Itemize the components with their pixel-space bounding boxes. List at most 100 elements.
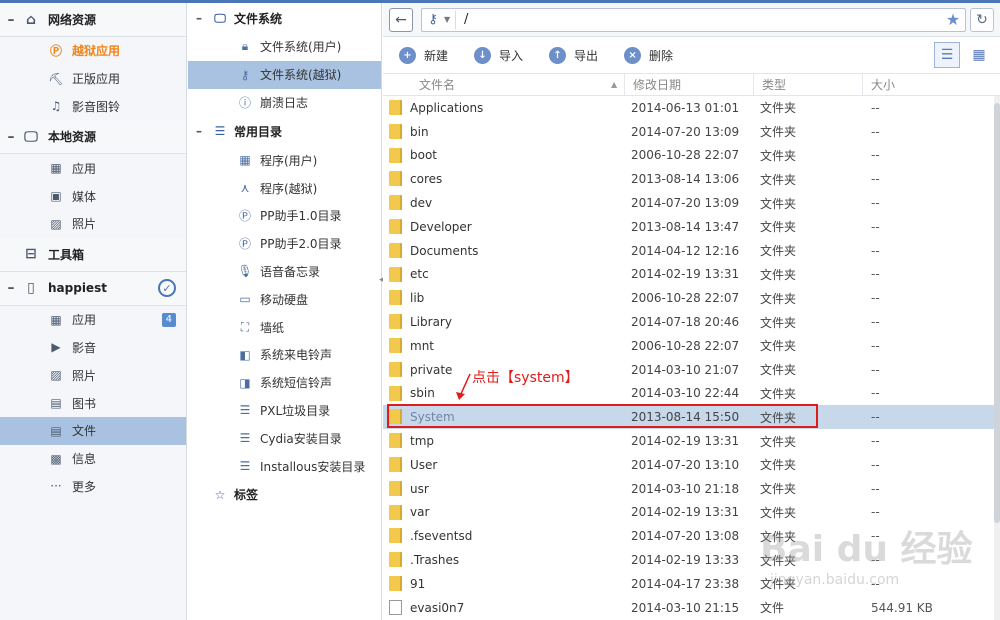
list-icon: ☰ <box>239 403 251 418</box>
sidebar-item-device-apps[interactable]: ▦ 应用 4 <box>0 306 186 334</box>
tree-item-cydia-dir[interactable]: ☰ Cydia安装目录 <box>188 424 381 452</box>
file-name: mnt <box>410 338 434 353</box>
table-row[interactable]: dev 2014-07-20 13:09 文件夹 -- <box>383 191 994 215</box>
dropdown-icon[interactable]: ▼ <box>444 10 456 29</box>
file-date: 2014-07-20 13:09 <box>631 196 740 211</box>
sidebar-item-label: 信息 <box>72 452 97 467</box>
delete-button[interactable]: × 删除 <box>624 46 673 64</box>
table-row[interactable]: evasi0n7 2014-03-10 21:15 文件 544.91 KB <box>383 596 994 620</box>
tree-item-apps-jailbreak[interactable]: ⋏ 程序(越狱) <box>188 174 381 202</box>
tree-item-sms-tones[interactable]: ◨ 系统短信铃声 <box>188 369 381 397</box>
section-toolbox[interactable]: ⊟ 工具箱 <box>0 237 186 272</box>
column-size[interactable]: 大小 <box>863 74 1000 96</box>
sidebar-item-device-books[interactable]: ▤ 图书 <box>0 389 186 417</box>
sidebar-item-local-apps[interactable]: ▦ 应用 <box>0 154 186 182</box>
sidebar-item-label: 越狱应用 <box>72 44 121 59</box>
table-row[interactable]: boot 2006-10-28 22:07 文件夹 -- <box>383 144 994 168</box>
file-type: 文件夹 <box>760 172 797 187</box>
sidebar-item-device-messages[interactable]: ▩ 信息 <box>0 445 186 473</box>
tree-item-pp2[interactable]: Ⓟ PP助手2.0目录 <box>188 230 381 258</box>
tree-item-label: 系统来电铃声 <box>260 348 333 363</box>
tree-item-installous-dir[interactable]: ☰ Installous安装目录 <box>188 452 381 480</box>
tree-item-crash-log[interactable]: ⓘ 崩溃日志 <box>188 89 381 117</box>
collapse-icon[interactable]: – <box>0 12 22 28</box>
tree-item-ringtones[interactable]: ◧ 系统来电铃声 <box>188 341 381 369</box>
back-button[interactable]: ← <box>389 7 413 32</box>
table-row[interactable]: mnt 2006-10-28 22:07 文件夹 -- <box>383 334 994 358</box>
list-view-icon[interactable]: ☰ <box>934 42 960 68</box>
sidebar-item-device-more[interactable]: ··· 更多 <box>0 473 186 501</box>
folder-icon <box>389 218 402 234</box>
file-type: 文件夹 <box>760 315 797 330</box>
music-note-icon: ♫ <box>50 99 62 114</box>
import-button[interactable]: ↓ 导入 <box>474 46 523 64</box>
column-name[interactable]: 文件名 <box>383 73 625 96</box>
new-button[interactable]: + 新建 <box>399 46 448 64</box>
tree-item-apps-user[interactable]: ▦ 程序(用户) <box>188 146 381 174</box>
grid-view-icon[interactable]: ▦ <box>966 42 992 68</box>
sidebar-item-label: 影音图铃 <box>72 99 121 114</box>
file-size: -- <box>871 315 880 330</box>
file-icon: ▤ <box>50 423 62 438</box>
wallpaper-icon: ⛶ <box>240 319 250 334</box>
file-date: 2014-03-10 22:44 <box>631 386 740 401</box>
path-box[interactable]: ⚷ ▼ / ★ <box>421 7 966 32</box>
column-type[interactable]: 类型 <box>754 73 863 96</box>
file-size: -- <box>871 505 880 520</box>
file-name: lib <box>410 291 425 306</box>
tree-item-label: 文件系统(越狱) <box>260 68 342 83</box>
table-row[interactable]: etc 2014-02-19 13:31 文件夹 -- <box>383 263 994 287</box>
annotation-arrow-icon <box>456 373 471 400</box>
sidebar-item-official-apps[interactable]: ⛏ 正版应用 <box>0 65 186 93</box>
table-row[interactable]: tmp 2014-02-19 13:31 文件夹 -- <box>383 429 994 453</box>
section-local-resources[interactable]: – 🖵 本地资源 <box>0 120 186 155</box>
table-row[interactable]: Developer 2013-08-14 13:47 文件夹 -- <box>383 215 994 239</box>
sidebar-item-device-files[interactable]: ▤ 文件 <box>0 416 186 445</box>
collapse-icon[interactable]: – <box>0 280 22 296</box>
export-button[interactable]: ↑ 导出 <box>549 46 598 64</box>
tree-item-pp1[interactable]: Ⓟ PP助手1.0目录 <box>188 202 381 230</box>
tree-item-usb-disk[interactable]: ▭ 移动硬盘 <box>188 285 381 313</box>
tree-item-fs-jailbreak[interactable]: ⚷ 文件系统(越狱) <box>188 60 381 89</box>
favorite-star-icon[interactable]: ★ <box>941 10 965 29</box>
path-text[interactable]: / <box>456 12 941 27</box>
sidebar-item-label: 媒体 <box>72 189 97 204</box>
table-row[interactable]: Library 2014-07-18 20:46 文件夹 -- <box>383 310 994 334</box>
tree-item-fs-user[interactable]: 🔒︎ 文件系统(用户) <box>188 33 381 61</box>
table-row[interactable]: lib 2006-10-28 22:07 文件夹 -- <box>383 286 994 310</box>
sidebar-item-device-media[interactable]: ▶ 影音 <box>0 334 186 362</box>
table-row[interactable]: cores 2013-08-14 13:06 文件夹 -- <box>383 167 994 191</box>
section-network-resources[interactable]: – ⌂ 网络资源 <box>0 3 186 37</box>
key-icon: ⚷ <box>428 12 438 27</box>
column-date[interactable]: 修改日期 <box>625 73 754 96</box>
section-device[interactable]: – ▯ happiest ✓ <box>0 271 186 306</box>
tree-section-tags[interactable]: ☆ 标签 <box>188 480 381 510</box>
collapse-icon[interactable]: – <box>196 11 212 25</box>
tree-item-wallpaper[interactable]: ⛶ 墙纸 <box>188 313 381 341</box>
tree-section-filesystem[interactable]: – 🖵 文件系统 <box>188 3 381 33</box>
grid-icon: ▦ <box>239 153 251 168</box>
table-row[interactable]: Applications 2014-06-13 01:01 文件夹 -- <box>383 96 994 120</box>
collapse-icon[interactable]: – <box>0 129 22 145</box>
file-size: 544.91 KB <box>871 600 933 615</box>
table-row[interactable]: usr 2014-03-10 21:18 文件夹 -- <box>383 477 994 501</box>
tree-item-voice-memos[interactable]: 🎙︎ 语音备忘录 <box>188 258 381 286</box>
table-row[interactable]: 91 2014-04-17 23:38 文件夹 -- <box>383 572 994 596</box>
sidebar-item-device-photos[interactable]: ▨ 照片 <box>0 361 186 389</box>
sidebar-item-local-media[interactable]: ▣ 媒体 <box>0 182 186 210</box>
table-row[interactable]: User 2014-07-20 13:10 文件夹 -- <box>383 453 994 477</box>
tree-section-common[interactable]: – ☰ 常用目录 <box>188 116 381 146</box>
folder-icon <box>389 552 402 568</box>
collapse-icon[interactable]: – <box>196 124 212 138</box>
sidebar-item-jailbreak-apps[interactable]: Ⓟ 越狱应用 <box>0 37 186 65</box>
sidebar-item-media-ringtones[interactable]: ♫ 影音图铃 <box>0 93 186 121</box>
table-row[interactable]: bin 2014-07-20 13:09 文件夹 -- <box>383 120 994 144</box>
sidebar-item-local-photos[interactable]: ▨ 照片 <box>0 210 186 238</box>
refresh-button[interactable]: ↻ <box>970 7 994 32</box>
file-type: 文件 <box>760 601 785 616</box>
tree-item-pxl-trash[interactable]: ☰ PXL垃圾目录 <box>188 397 381 425</box>
file-type: 文件夹 <box>760 244 797 259</box>
table-row[interactable]: Documents 2014-04-12 12:16 文件夹 -- <box>383 239 994 263</box>
scrollbar-thumb[interactable] <box>994 103 1000 523</box>
file-type: 文件夹 <box>760 482 797 497</box>
